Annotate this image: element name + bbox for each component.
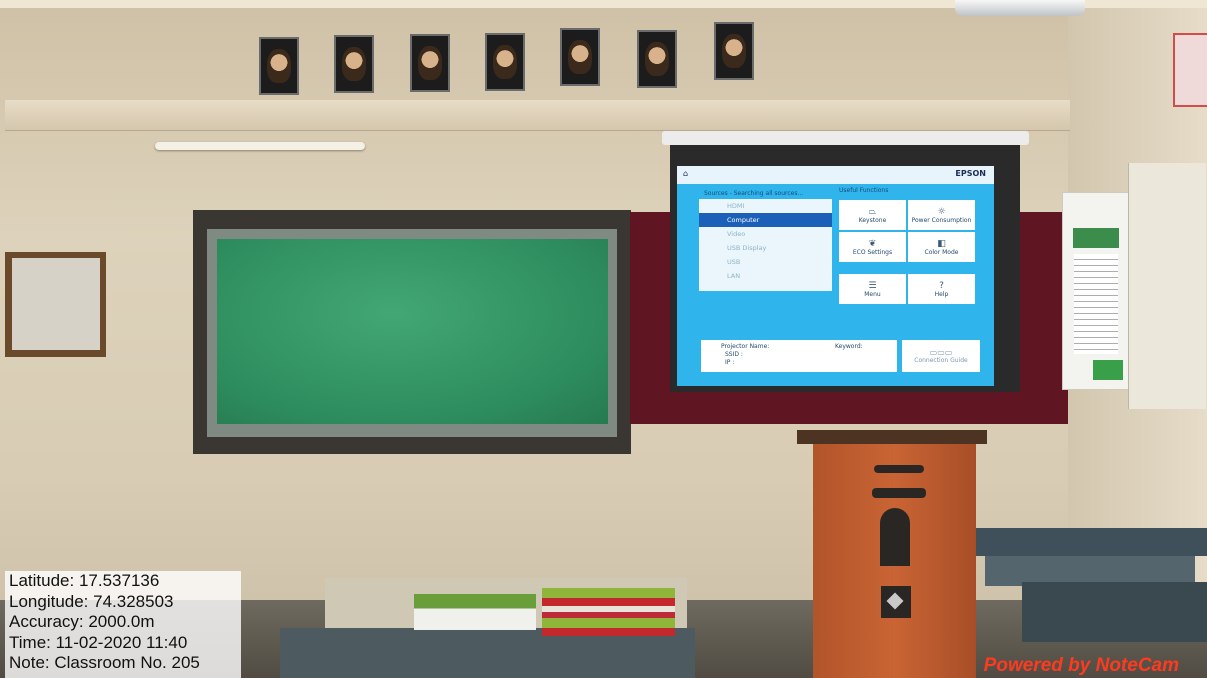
connection-icon: ▭▭▭ xyxy=(929,348,953,357)
tube-light xyxy=(155,142,365,150)
wall-ledge xyxy=(5,100,1070,131)
book-stack xyxy=(414,594,536,630)
function-tile: ◧ Color Mode xyxy=(908,232,975,262)
poster-table xyxy=(1074,254,1118,354)
connection-guide-tile: ▭▭▭ Connection Guide xyxy=(902,340,980,372)
bench xyxy=(1022,582,1207,642)
keyword-label: Keyword: xyxy=(835,343,863,350)
notice-paper xyxy=(12,258,100,350)
function-tile: ☼ Power Consumption xyxy=(908,200,975,230)
help-icon: ? xyxy=(939,280,944,291)
podium-top xyxy=(797,430,987,444)
function-tile: ⏢ Keystone xyxy=(839,200,906,230)
function-grid-bottom: ☰ Menu ? Help xyxy=(839,274,975,304)
source-list: HDMI Computer Video USB Display USB LAN xyxy=(699,199,832,291)
useful-functions-heading: Useful Functions xyxy=(839,187,889,194)
projector-brand: EPSON xyxy=(955,169,986,178)
note-text: Note: Classroom No. 205 xyxy=(9,653,200,672)
source-item-selected: Computer xyxy=(699,213,832,227)
portrait-frame xyxy=(714,22,754,80)
source-item: HDMI xyxy=(727,202,745,210)
ip-label: IP : xyxy=(725,359,735,366)
color-mode-icon: ◧ xyxy=(937,238,946,249)
keystone-icon: ⏢ xyxy=(868,206,877,217)
time-text: Time: 11-02-2020 11:40 xyxy=(9,632,188,652)
portrait-frame xyxy=(259,37,299,95)
whiteboard-right xyxy=(1128,163,1206,409)
podium-arch xyxy=(880,508,910,566)
wall-switchboard xyxy=(1173,33,1207,107)
portrait-frame xyxy=(560,28,600,86)
sun-icon: ☼ xyxy=(937,206,946,217)
ceiling-light xyxy=(955,0,1085,16)
leaf-icon: ❦ xyxy=(868,238,877,249)
geotag-overlay: Latitude: 17.537136 Longitude: 74.328503… xyxy=(5,571,241,678)
function-tile: ❦ ECO Settings xyxy=(839,232,906,262)
ssid-label: SSID : xyxy=(725,351,743,358)
function-grid-top: ⏢ Keystone ☼ Power Consumption ❦ ECO Settin… xyxy=(839,200,975,262)
bench xyxy=(973,528,1207,556)
sources-heading: Sources - Searching all sources... xyxy=(704,190,804,197)
poster-header xyxy=(1073,228,1119,248)
source-item: USB xyxy=(727,258,741,266)
projected-menu: ⌂ EPSON Sources - Searching all sources.… xyxy=(677,166,994,386)
podium-slot xyxy=(874,465,924,473)
accuracy-text: Accuracy: 2000.0m xyxy=(9,612,155,631)
portrait-frame xyxy=(334,35,374,93)
source-item: USB Display xyxy=(727,244,767,252)
portrait-frame xyxy=(410,34,450,92)
notecam-watermark: Powered by NoteCam xyxy=(983,655,1179,676)
projector-header: ⌂ EPSON xyxy=(677,166,994,184)
screen-roller xyxy=(662,131,1029,145)
latitude-text: Latitude: 17.537136 xyxy=(9,571,160,590)
function-tile: ? Help xyxy=(908,274,975,304)
chalkboard xyxy=(217,239,608,424)
source-item: Video xyxy=(727,230,746,238)
projector-name-label: Projector Name: xyxy=(721,343,770,350)
menu-icon: ☰ xyxy=(868,280,877,291)
portrait-frame xyxy=(485,33,525,91)
book-stack xyxy=(542,588,675,636)
poster-footer xyxy=(1093,360,1123,380)
function-tile: ☰ Menu xyxy=(839,274,906,304)
portrait-frame xyxy=(637,30,677,88)
projector-info-panel: Projector Name: Keyword: SSID : IP : xyxy=(701,340,897,372)
source-item: LAN xyxy=(727,272,741,280)
home-icon: ⌂ xyxy=(683,169,689,178)
podium-slot xyxy=(872,488,926,498)
longitude-text: Longitude: 74.328503 xyxy=(9,591,174,611)
